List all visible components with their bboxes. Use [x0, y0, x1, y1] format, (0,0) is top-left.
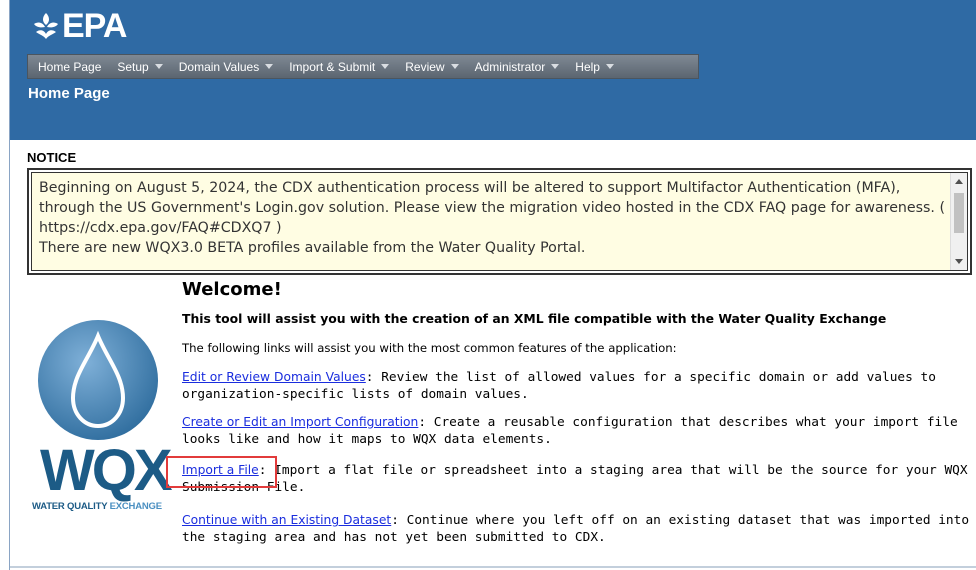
menu-label: Setup	[117, 59, 149, 74]
menu-home-page[interactable]: Home Page	[28, 60, 107, 74]
feature-import-file: Import a File: Import a flat file or spr…	[182, 462, 970, 496]
epa-logo[interactable]: EPA	[31, 6, 127, 46]
water-drop-icon	[38, 320, 158, 440]
menu-import-submit[interactable]: Import & Submit	[279, 60, 395, 74]
app-frame: EPA Home Page Setup Domain Values Import…	[0, 0, 976, 570]
menu-label: Administrator	[474, 59, 546, 74]
wqx-subtitle: WATER QUALITY EXCHANGE	[32, 501, 162, 512]
scroll-down-button[interactable]	[951, 253, 967, 270]
notice-text: Beginning on August 5, 2024, the CDX aut…	[39, 178, 945, 258]
menu-label: Import & Submit	[289, 59, 376, 74]
welcome-title: Welcome!	[182, 279, 282, 300]
notice-line: There are new WQX3.0 BETA profiles avail…	[39, 240, 586, 256]
wqx-logo: WQX WATER QUALITY EXCHANGE	[28, 318, 178, 512]
wqx-subtitle-a: WATER QUALITY	[32, 501, 108, 512]
caret-down-icon	[450, 64, 459, 69]
welcome-lead: The following links will assist you with…	[182, 341, 677, 355]
arrow-down-icon	[955, 259, 963, 264]
caret-down-icon	[265, 64, 274, 69]
caret-down-icon	[605, 64, 614, 69]
menu-label: Domain Values	[178, 59, 260, 74]
menu-label: Help	[575, 59, 600, 74]
caret-down-icon	[551, 64, 560, 69]
epa-flower-icon	[34, 13, 58, 39]
header: EPA Home Page Setup Domain Values Import…	[10, 0, 976, 140]
menu-label: Review	[405, 59, 445, 74]
feature-description: : Import a flat file or spreadsheet into…	[182, 463, 968, 495]
feature-import-configuration: Create or Edit an Import Configuration: …	[182, 414, 970, 448]
notice-box: Beginning on August 5, 2024, the CDX aut…	[27, 168, 972, 275]
notice-label: NOTICE	[27, 150, 77, 165]
menu-administrator[interactable]: Administrator	[465, 60, 566, 74]
caret-down-icon	[154, 64, 163, 69]
menu-setup[interactable]: Setup	[107, 60, 168, 74]
feature-edit-domain-values: Edit or Review Domain Values: Review the…	[182, 369, 970, 403]
import-configuration-link[interactable]: Create or Edit an Import Configuration	[182, 415, 418, 429]
menu-domain-values[interactable]: Domain Values	[169, 60, 279, 74]
notice-textarea[interactable]: Beginning on August 5, 2024, the CDX aut…	[31, 172, 968, 271]
welcome-intro: This tool will assist you with the creat…	[182, 311, 887, 326]
notice-line: Beginning on August 5, 2024, the CDX aut…	[39, 180, 945, 236]
highlight-box	[166, 456, 277, 488]
existing-dataset-link[interactable]: Continue with an Existing Dataset	[182, 513, 391, 527]
menu-label: Home Page	[38, 59, 102, 74]
caret-down-icon	[381, 64, 390, 69]
feature-existing-dataset: Continue with an Existing Dataset: Conti…	[182, 512, 970, 546]
wqx-wordmark: WQX	[40, 438, 173, 503]
notice-scrollbar[interactable]	[950, 173, 967, 270]
wqx-subtitle-b: EXCHANGE	[109, 501, 162, 512]
bottom-divider	[10, 566, 976, 568]
scroll-thumb[interactable]	[954, 193, 964, 233]
main-menu: Home Page Setup Domain Values Import & S…	[27, 54, 699, 79]
scroll-up-button[interactable]	[951, 173, 967, 190]
menu-review[interactable]: Review	[395, 60, 464, 74]
edit-domain-values-link[interactable]: Edit or Review Domain Values	[182, 370, 366, 384]
menu-help[interactable]: Help	[565, 60, 620, 74]
page-title: Home Page	[28, 85, 110, 102]
arrow-up-icon	[955, 179, 963, 184]
epa-logo-text: EPA	[62, 7, 127, 45]
